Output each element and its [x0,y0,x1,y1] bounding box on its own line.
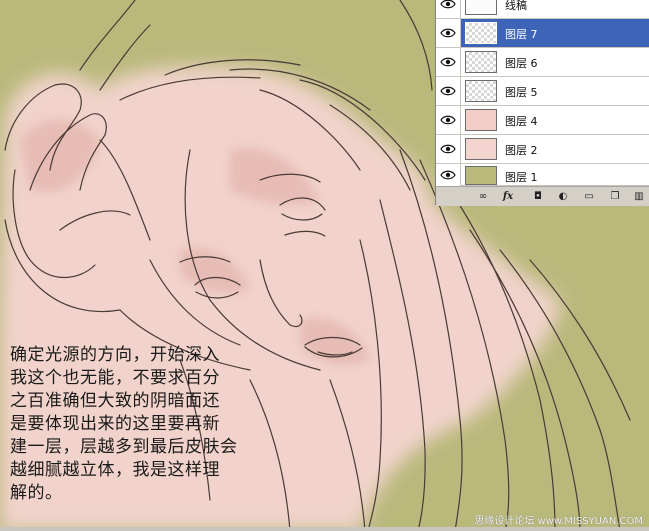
layer-thumbnail [465,80,497,102]
tutorial-line: 确定光源的方向，开始深入 [10,345,220,365]
layer-thumbnail [465,51,497,73]
layer-row-4[interactable]: 图层 4 [436,106,649,135]
layers-panel: 线稿 图层 7 图层 6 图层 5 图层 4 图层 2 图层 1 ∞ fx ◘ … [435,0,649,206]
layer-row-line-art[interactable]: 线稿 [436,0,649,19]
layer-name: 图层 6 [505,57,538,70]
layer-thumbnail [465,0,497,15]
tutorial-line: 解的。 [10,483,63,503]
tutorial-line: 之百准确但大致的阴暗面还 [10,391,220,411]
fx-icon[interactable]: fx [501,190,515,203]
layer-name: 图层 7 [505,28,538,41]
layer-row-6[interactable]: 图层 6 [436,48,649,77]
layer-row-2[interactable]: 图层 2 [436,135,649,164]
tutorial-text: 确定光源的方向，开始深入 我这个也无能，不要求百分 之百准确但大致的阴暗面还 是… [10,344,300,505]
eye-icon[interactable] [436,164,461,186]
mask-icon[interactable]: ◘ [531,190,545,203]
tutorial-line: 建一层，层越多到最后皮肤会 [10,437,238,457]
layer-name: 图层 2 [505,144,538,157]
layer-name: 线稿 [505,0,527,12]
layer-thumbnail [465,109,497,131]
layer-name: 图层 4 [505,115,538,128]
layer-name: 图层 5 [505,86,538,99]
eye-icon[interactable] [436,0,461,18]
adjustment-icon[interactable]: ◐ [556,190,570,203]
trash-icon[interactable]: ▥ [632,190,646,203]
folder-icon[interactable]: ▭ [582,190,596,203]
new-layer-icon[interactable]: ❐ [608,190,622,203]
eye-icon[interactable] [436,19,461,47]
layer-row-7[interactable]: 图层 7 [436,19,649,48]
eye-icon[interactable] [436,48,461,76]
layer-row-5[interactable]: 图层 5 [436,77,649,106]
layer-thumbnail [465,22,497,44]
layer-thumbnail [465,166,497,185]
tutorial-line: 越细腻越立体，我是这样理 [10,460,220,480]
layer-thumbnail [465,138,497,160]
tutorial-line: 我这个也无能，不要求百分 [10,368,220,388]
eye-icon[interactable] [436,77,461,105]
eye-icon[interactable] [436,106,461,134]
link-icon[interactable]: ∞ [476,190,490,203]
layer-row-1[interactable]: 图层 1 [436,164,649,186]
layer-name: 图层 1 [505,171,538,184]
layers-toolbar: ∞ fx ◘ ◐ ▭ ❐ ▥ [436,186,649,206]
eye-icon[interactable] [436,135,461,163]
watermark: 思缘设计论坛 www.MISSYUAN.COM [474,516,643,527]
tutorial-line: 是要体现出来的这里要再新 [10,414,220,434]
status-bar [0,527,649,531]
